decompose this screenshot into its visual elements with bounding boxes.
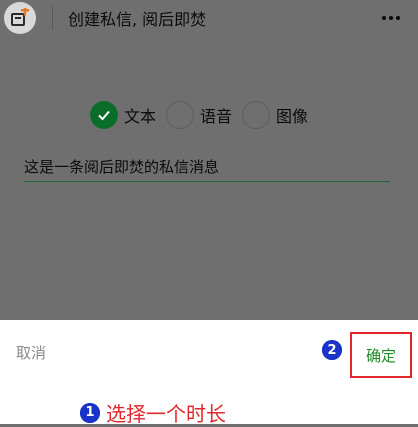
radio-unchecked-icon[interactable]: [242, 101, 271, 129]
message-input[interactable]: 这是一条阅后即焚的私信消息: [24, 156, 390, 182]
message-add-icon[interactable]: [4, 2, 36, 34]
radio-option-voice[interactable]: 语音: [166, 101, 232, 129]
step-1-annotation: 1 选择一个时长: [80, 398, 226, 427]
bottom-sheet: 取消 2 确定 1 选择一个时长: [0, 320, 418, 427]
header-divider: [52, 6, 53, 30]
type-radio-group: 文本 语音 图像: [90, 99, 318, 131]
check-icon[interactable]: [90, 101, 118, 129]
step-2-badge: 2: [322, 340, 342, 360]
step-1-badge: 1: [80, 402, 100, 423]
page-title: 创建私信, 阅后即焚: [68, 10, 207, 29]
confirm-highlight: 确定: [350, 332, 412, 378]
radio-unchecked-icon[interactable]: [166, 101, 195, 129]
top-bar: 创建私信, 阅后即焚: [0, 0, 418, 36]
more-dots-icon[interactable]: [376, 8, 406, 28]
radio-option-image[interactable]: 图像: [242, 101, 308, 129]
cancel-button[interactable]: 取消: [16, 342, 46, 363]
step-1-text: 选择一个时长: [106, 402, 226, 426]
confirm-button[interactable]: 确定: [366, 345, 396, 366]
radio-label-image: 图像: [276, 107, 309, 126]
radio-label-text: 文本: [124, 107, 157, 126]
radio-option-text[interactable]: 文本: [90, 101, 156, 129]
radio-label-voice: 语音: [200, 107, 233, 126]
